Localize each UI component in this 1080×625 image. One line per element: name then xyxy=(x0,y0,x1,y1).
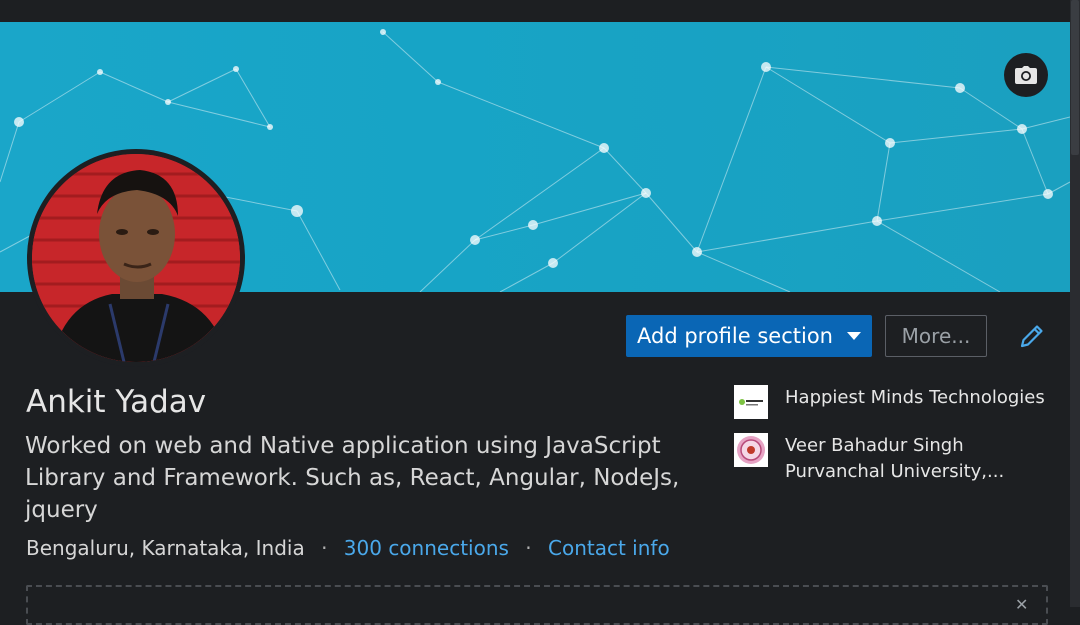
scrollbar-thumb[interactable] xyxy=(1071,0,1079,155)
avatar-illustration xyxy=(32,154,240,362)
university-logo xyxy=(734,433,768,467)
company-logo xyxy=(734,385,768,419)
more-label: More... xyxy=(901,324,971,348)
caret-down-icon xyxy=(846,332,861,340)
org-name: Happiest Minds Technologies xyxy=(785,387,1045,408)
profile-photo-image xyxy=(32,154,240,362)
separator-dot: · xyxy=(321,536,328,560)
profile-suggestion-box xyxy=(26,585,1048,625)
profile-headline: Worked on web and Native application usi… xyxy=(25,433,680,523)
close-icon[interactable]: ✕ xyxy=(1015,597,1031,613)
add-profile-section-label: Add profile section xyxy=(637,324,833,348)
university-logo-image xyxy=(734,433,768,467)
separator-dot: · xyxy=(525,536,532,560)
org-name: Veer Bahadur Singh Purvanchal University… xyxy=(785,435,1005,482)
pencil-icon xyxy=(1020,325,1043,348)
profile-photo[interactable] xyxy=(27,149,245,367)
profile-location: Bengaluru, Karnataka, India xyxy=(26,536,305,560)
add-profile-section-button[interactable]: Add profile section xyxy=(626,315,872,357)
experience-education-summary: Happiest Minds Technologies Veer Bahadur… xyxy=(734,385,1054,499)
company-logo-image xyxy=(734,385,768,419)
top-bar xyxy=(0,0,1070,22)
profile-meta-line: Bengaluru, Karnataka, India · 300 connec… xyxy=(26,536,670,560)
profile-name: Ankit Yadav xyxy=(26,384,207,420)
org-item-vbs-university[interactable]: Veer Bahadur Singh Purvanchal University… xyxy=(734,433,1054,485)
org-item-happiest-minds[interactable]: Happiest Minds Technologies xyxy=(734,385,1054,419)
edit-background-camera-button[interactable] xyxy=(1004,53,1048,97)
connections-link[interactable]: 300 connections xyxy=(344,536,509,560)
camera-icon xyxy=(1015,66,1037,84)
contact-info-link[interactable]: Contact info xyxy=(548,536,670,560)
more-button[interactable]: More... xyxy=(885,315,987,357)
page-scrollbar[interactable] xyxy=(1070,0,1080,607)
edit-intro-button[interactable] xyxy=(1014,318,1050,354)
